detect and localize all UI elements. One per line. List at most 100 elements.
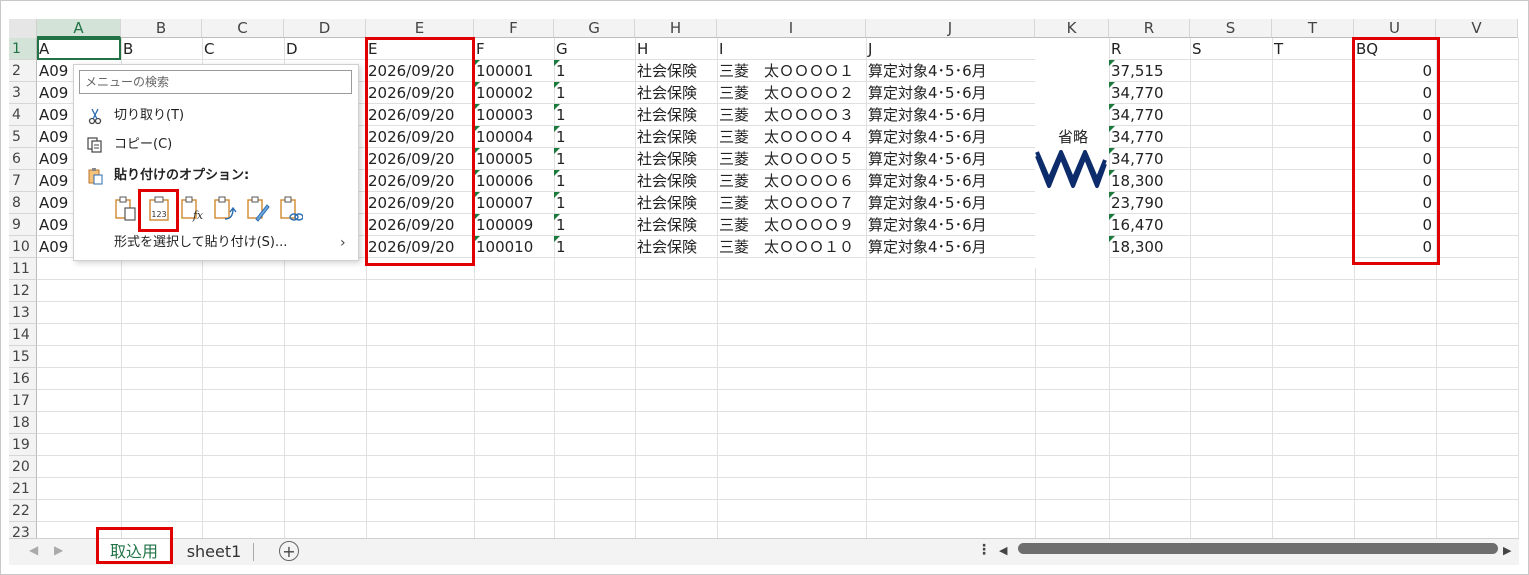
cell-r1[interactable]: R — [1109, 38, 1190, 60]
column-header-t[interactable]: T — [1272, 19, 1354, 38]
column-header-h[interactable]: H — [635, 19, 717, 38]
cell-j5[interactable]: 算定対象4･5･6月 — [866, 126, 1035, 148]
cell-a5[interactable]: A09 — [37, 126, 73, 148]
row-header[interactable]: 13 — [9, 302, 37, 324]
cell-i2[interactable]: 三菱 太ＯＯＯＯ１ — [717, 60, 866, 82]
column-header-e[interactable]: E — [366, 19, 474, 38]
cell-a4[interactable]: A09 — [37, 104, 73, 126]
cell-j7[interactable]: 算定対象4･5･6月 — [866, 170, 1035, 192]
row-header[interactable]: 5 — [9, 126, 37, 148]
row-header[interactable]: 3 — [9, 82, 37, 104]
column-header-k[interactable]: K — [1035, 19, 1109, 38]
cell-f10[interactable]: 100010 — [474, 236, 554, 258]
cell-g9[interactable]: 1 — [554, 214, 635, 236]
cell-j9[interactable]: 算定対象4･5･6月 — [866, 214, 1035, 236]
row-header[interactable]: 2 — [9, 60, 37, 82]
cell-d1[interactable]: D — [284, 38, 366, 60]
row-header[interactable]: 19 — [9, 434, 37, 456]
paste-formatting-icon[interactable] — [246, 195, 270, 223]
cell-j4[interactable]: 算定対象4･5･6月 — [866, 104, 1035, 126]
cell-h6[interactable]: 社会保険 — [635, 148, 717, 170]
cell-j2[interactable]: 算定対象4･5･6月 — [866, 60, 1035, 82]
horizontal-scrollbar-thumb[interactable] — [1018, 543, 1498, 554]
cell-h9[interactable]: 社会保険 — [635, 214, 717, 236]
row-header[interactable]: 9 — [9, 214, 37, 236]
cell-g1[interactable]: G — [554, 38, 635, 60]
paste-link-icon[interactable] — [279, 195, 303, 223]
row-header[interactable]: 11 — [9, 258, 37, 280]
menu-item-cut[interactable]: 切り取り(T) — [74, 103, 358, 129]
cell-h7[interactable]: 社会保険 — [635, 170, 717, 192]
column-header-j[interactable]: J — [866, 19, 1035, 38]
menu-item-copy[interactable]: コピー(C) — [74, 132, 358, 158]
cell-a7[interactable]: A09 — [37, 170, 73, 192]
cell-r8[interactable]: 23,790 — [1109, 192, 1190, 214]
column-header-s[interactable]: S — [1190, 19, 1272, 38]
cell-h4[interactable]: 社会保険 — [635, 104, 717, 126]
cell-g8[interactable]: 1 — [554, 192, 635, 214]
cell-i6[interactable]: 三菱 太ＯＯＯＯ５ — [717, 148, 866, 170]
cell-h5[interactable]: 社会保険 — [635, 126, 717, 148]
paste-formulas-icon[interactable]: fx — [180, 195, 204, 223]
cell-r5[interactable]: 34,770 — [1109, 126, 1190, 148]
cell-f3[interactable]: 100002 — [474, 82, 554, 104]
cell-i10[interactable]: 三菱 太ＯＯＯ１０ — [717, 236, 866, 258]
scroll-right-icon[interactable]: ▶ — [54, 543, 63, 557]
cell-i7[interactable]: 三菱 太ＯＯＯＯ６ — [717, 170, 866, 192]
cell-f1[interactable]: F — [474, 38, 554, 60]
column-header-f[interactable]: F — [474, 19, 554, 38]
row-header[interactable]: 1 — [9, 38, 37, 60]
cell-t1[interactable]: T — [1272, 38, 1354, 60]
row-header[interactable]: 17 — [9, 390, 37, 412]
cell-i9[interactable]: 三菱 太ＯＯＯＯ９ — [717, 214, 866, 236]
menu-search-input[interactable]: メニューの検索 — [79, 70, 352, 94]
cell-r2[interactable]: 37,515 — [1109, 60, 1190, 82]
cell-r10[interactable]: 18,300 — [1109, 236, 1190, 258]
menu-item-paste-special[interactable]: 形式を選択して貼り付け(S)... › — [74, 230, 358, 256]
row-header[interactable]: 20 — [9, 456, 37, 478]
more-options-icon[interactable]: ⋮ — [977, 542, 991, 558]
row-header[interactable]: 7 — [9, 170, 37, 192]
column-header-i[interactable]: I — [717, 19, 866, 38]
cell-a2[interactable]: A09 — [37, 60, 73, 82]
row-header[interactable]: 14 — [9, 324, 37, 346]
cell-f4[interactable]: 100003 — [474, 104, 554, 126]
cell-r3[interactable]: 34,770 — [1109, 82, 1190, 104]
column-header-c[interactable]: C — [202, 19, 284, 38]
row-header[interactable]: 15 — [9, 346, 37, 368]
cell-j10[interactable]: 算定対象4･5･6月 — [866, 236, 1035, 258]
cell-f8[interactable]: 100007 — [474, 192, 554, 214]
cell-j8[interactable]: 算定対象4･5･6月 — [866, 192, 1035, 214]
cell-i1[interactable]: I — [717, 38, 866, 60]
cell-r7[interactable]: 18,300 — [1109, 170, 1190, 192]
cell-r4[interactable]: 34,770 — [1109, 104, 1190, 126]
cell-f2[interactable]: 100001 — [474, 60, 554, 82]
cell-b1[interactable]: B — [121, 38, 202, 60]
scroll-left-icon[interactable]: ◀ — [29, 543, 38, 557]
column-header-b[interactable]: B — [121, 19, 202, 38]
cell-a8[interactable]: A09 — [37, 192, 73, 214]
row-header[interactable]: 16 — [9, 368, 37, 390]
cell-g6[interactable]: 1 — [554, 148, 635, 170]
cell-h10[interactable]: 社会保険 — [635, 236, 717, 258]
paste-icon[interactable] — [114, 195, 138, 223]
cell-g10[interactable]: 1 — [554, 236, 635, 258]
row-header[interactable]: 21 — [9, 478, 37, 500]
cell-g7[interactable]: 1 — [554, 170, 635, 192]
cell-j6[interactable]: 算定対象4･5･6月 — [866, 148, 1035, 170]
cell-f9[interactable]: 100009 — [474, 214, 554, 236]
cell-a6[interactable]: A09 — [37, 148, 73, 170]
row-header[interactable]: 4 — [9, 104, 37, 126]
cell-f7[interactable]: 100006 — [474, 170, 554, 192]
column-header-u[interactable]: U — [1354, 19, 1436, 38]
paste-transpose-icon[interactable] — [213, 195, 237, 223]
row-header[interactable]: 6 — [9, 148, 37, 170]
cell-c1[interactable]: C — [202, 38, 284, 60]
sheet-tab[interactable]: sheet1 — [179, 539, 249, 564]
cell-h8[interactable]: 社会保険 — [635, 192, 717, 214]
column-header-v[interactable]: V — [1436, 19, 1518, 38]
cell-r6[interactable]: 34,770 — [1109, 148, 1190, 170]
row-header[interactable]: 12 — [9, 280, 37, 302]
cell-h2[interactable]: 社会保険 — [635, 60, 717, 82]
cell-h1[interactable]: H — [635, 38, 717, 60]
